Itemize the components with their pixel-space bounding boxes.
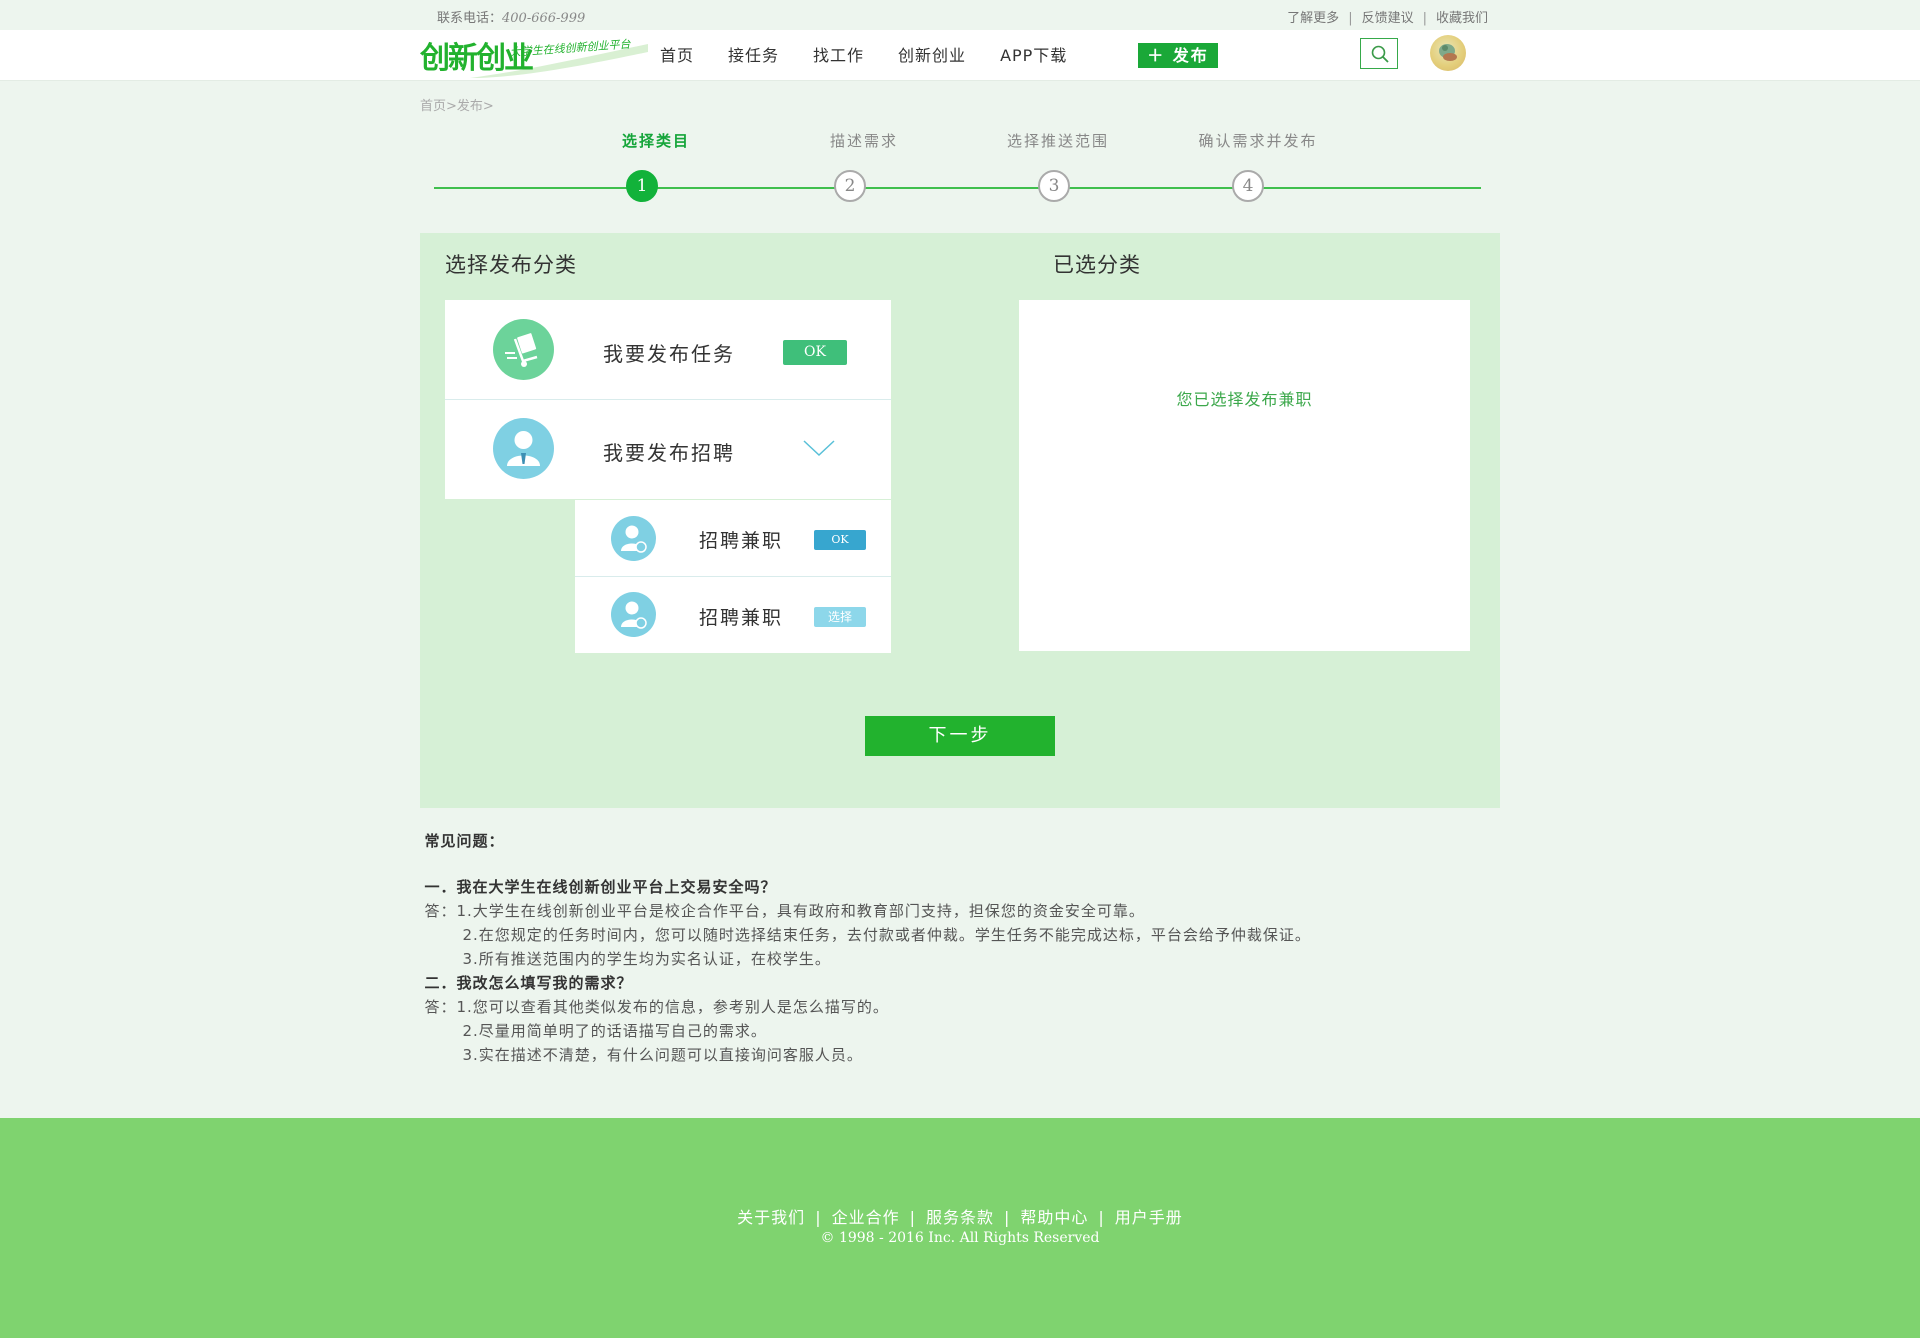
chevron-down-icon[interactable]	[803, 440, 835, 458]
step-progress: 选择类目 1 描述需求 2 选择推送范围 3 确认需求并发布 4	[0, 130, 1920, 210]
footer-link-manual[interactable]: 用户手册	[1115, 1208, 1183, 1227]
step-label: 确认需求并发布	[1198, 132, 1318, 150]
site-header: 创新创业 大学生在线创新创业平台 首页 接任务 找工作 创新创业 APP下载 ＋…	[0, 30, 1920, 81]
breadcrumb-home[interactable]: 首页>	[420, 99, 457, 114]
option-publish-task[interactable]: 我要发布任务 OK	[445, 300, 891, 400]
link-learn-more[interactable]: 了解更多	[1287, 11, 1339, 26]
nav-jobs[interactable]: 找工作	[813, 30, 864, 80]
person-badge-icon	[611, 516, 656, 561]
next-step-button[interactable]: 下一步	[865, 716, 1055, 756]
divider: |	[815, 1208, 822, 1227]
divider: |	[1348, 11, 1353, 26]
parttime-ok-badge[interactable]: OK	[814, 530, 866, 550]
avatar[interactable]	[1430, 35, 1466, 71]
right-panel-title: 已选分类	[1053, 253, 1141, 277]
nav-app-download[interactable]: APP下载	[1000, 30, 1067, 80]
step-4: 确认需求并发布 4	[1188, 130, 1328, 202]
option-label: 我要发布任务	[603, 342, 735, 366]
publish-button[interactable]: ＋ 发布	[1138, 43, 1218, 68]
sub-option-label: 招聘兼职	[699, 607, 784, 629]
footer-link-about[interactable]: 关于我们	[737, 1208, 805, 1227]
link-bookmark[interactable]: 收藏我们	[1436, 11, 1488, 26]
step-number: 4	[1232, 170, 1264, 202]
copyright: © 1998 - 2016 Inc. All Rights Reserved	[820, 1230, 1100, 1246]
nav-tasks[interactable]: 接任务	[728, 30, 779, 80]
footer-link-terms[interactable]: 服务条款	[926, 1208, 994, 1227]
user-avatar-icon	[1439, 44, 1457, 61]
search-icon	[1371, 45, 1389, 63]
divider: |	[1422, 11, 1427, 26]
faq-answer: 答：1.您可以查看其他类似发布的信息，参考别人是怎么描写的。	[424, 998, 889, 1016]
site-footer: 关于我们 | 企业合作 | 服务条款 | 帮助中心 | 用户手册 © 1998 - 2016 I…	[0, 1118, 1920, 1338]
divider: |	[1098, 1208, 1105, 1227]
top-bar: 联系电话：400-666-999 了解更多 | 反馈建议 | 收藏我们	[0, 0, 1920, 30]
site-logo[interactable]: 创新创业 大学生在线创新创业平台	[419, 34, 648, 78]
nav-startup[interactable]: 创新创业	[898, 30, 966, 80]
step-2: 描述需求 2	[794, 130, 934, 202]
step-label: 选择类目	[621, 132, 690, 150]
step-1: 选择类目 1	[586, 130, 726, 202]
faq-title: 常见问题：	[424, 832, 505, 850]
step-number: 3	[1038, 170, 1070, 202]
contact-phone: 联系电话：400-666-999	[437, 7, 585, 26]
main-nav: 首页 接任务 找工作 创新创业 APP下载	[660, 30, 1101, 80]
breadcrumb: 首页>发布>	[0, 95, 1920, 114]
person-badge-icon	[611, 592, 656, 637]
progress-line	[434, 187, 1481, 189]
sub-option-label: 招聘兼职	[699, 530, 784, 552]
cart-icon	[493, 319, 554, 380]
step-3: 选择推送范围 3	[988, 130, 1128, 202]
faq-answer: 答：1.大学生在线创新创业平台是校企合作平台，具有政府和教育部门支持，担保您的资…	[424, 902, 1145, 920]
category-panel: 选择发布分类 已选分类 我要发布任务 OK 我要发布招聘 招聘兼职 OK 招聘兼…	[0, 233, 1920, 808]
selected-message: 您已选择发布兼职	[1176, 390, 1313, 409]
nav-home[interactable]: 首页	[660, 30, 694, 80]
parttime-select-badge[interactable]: 选择	[814, 607, 866, 627]
faq-answer: 2.在您规定的任务时间内，您可以随时选择结束任务，去付款或者仲裁。学生任务不能完…	[462, 926, 1311, 944]
divider: |	[1004, 1208, 1011, 1227]
faq-answer: 2.尽量用简单明了的话语描写自己的需求。	[462, 1022, 767, 1040]
faq-question: 二．我改怎么填写我的需求？	[424, 974, 633, 992]
selected-category-card: 您已选择发布兼职	[1019, 300, 1470, 651]
phone-number: 400-666-999	[502, 11, 586, 26]
option-publish-recruit[interactable]: 我要发布招聘	[445, 400, 891, 499]
left-panel-title: 选择发布分类	[445, 253, 577, 277]
footer-link-business[interactable]: 企业合作	[832, 1208, 900, 1227]
step-number: 1	[626, 170, 658, 202]
breadcrumb-publish[interactable]: 发布>	[457, 99, 494, 114]
task-ok-badge[interactable]: OK	[783, 340, 847, 365]
sub-option-parttime-1[interactable]: 招聘兼职 OK	[575, 500, 891, 577]
person-icon	[493, 418, 554, 479]
faq-answer: 3.所有推送范围内的学生均为实名认证，在校学生。	[462, 950, 831, 968]
footer-links: 关于我们 | 企业合作 | 服务条款 | 帮助中心 | 用户手册	[0, 1204, 1920, 1228]
sub-option-parttime-2[interactable]: 招聘兼职 选择	[575, 577, 891, 653]
link-feedback[interactable]: 反馈建议	[1362, 11, 1414, 26]
step-label: 选择推送范围	[1006, 132, 1109, 150]
divider: |	[909, 1208, 916, 1227]
faq-answer: 3.实在描述不清楚，有什么问题可以直接询问客服人员。	[462, 1046, 863, 1064]
faq-section: 常见问题： 一．我在大学生在线创新创业平台上交易安全吗？ 答：1.大学生在线创新…	[0, 830, 1920, 1067]
step-label: 描述需求	[829, 132, 898, 150]
footer-link-help[interactable]: 帮助中心	[1020, 1208, 1088, 1227]
phone-label: 联系电话：	[437, 11, 503, 26]
search-button[interactable]	[1360, 38, 1398, 69]
top-links: 了解更多 | 反馈建议 | 收藏我们	[1287, 7, 1488, 26]
faq-question: 一．我在大学生在线创新创业平台上交易安全吗？	[424, 878, 777, 896]
option-label: 我要发布招聘	[603, 441, 735, 465]
step-number: 2	[834, 170, 866, 202]
